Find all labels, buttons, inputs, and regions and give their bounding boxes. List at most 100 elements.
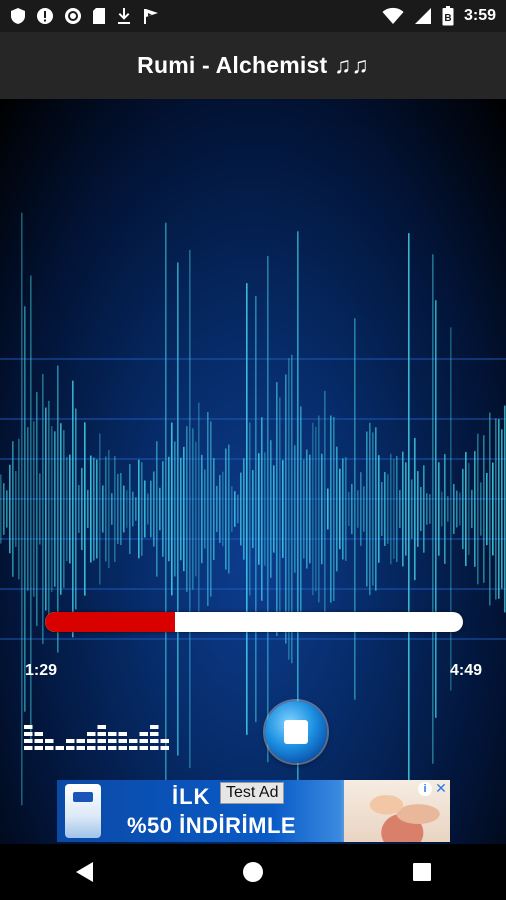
wave-bar: [336, 446, 338, 572]
wave-bar: [135, 497, 137, 521]
wave-bar: [111, 493, 113, 525]
seek-bar[interactable]: [45, 612, 463, 632]
record-icon: [65, 8, 81, 24]
equalizer-segment: [87, 732, 96, 736]
download-icon: [118, 8, 130, 24]
wave-bar: [300, 406, 302, 612]
wave-bar: [249, 422, 251, 596]
wave-bar: [216, 485, 218, 533]
wave-bar: [312, 422, 314, 596]
wave-bar: [72, 380, 74, 638]
ad-banner[interactable]: İLK %50 İNDİRİMLE Test Ad i ✕: [57, 780, 450, 842]
recents-button[interactable]: [402, 852, 442, 892]
ad-product-image: [65, 784, 101, 838]
wave-bar: [99, 433, 101, 585]
wave-bar: [171, 422, 173, 596]
wave-bar: [456, 490, 458, 528]
wave-bar: [399, 490, 401, 528]
wave-bar: [417, 471, 419, 547]
wave-bar: [294, 445, 296, 573]
wave-bar: [489, 412, 491, 606]
wave-bar: [36, 392, 38, 626]
wave-bar: [192, 428, 194, 590]
recents-icon: [412, 863, 431, 881]
stop-icon: [284, 720, 308, 744]
wave-bar: [501, 429, 503, 589]
info-icon[interactable]: i: [418, 782, 432, 796]
wave-bar: [69, 454, 71, 564]
wave-bar: [150, 480, 152, 538]
equalizer-segment: [76, 746, 85, 750]
equalizer-segment: [66, 746, 75, 750]
close-icon[interactable]: ✕: [434, 781, 448, 795]
equalizer-segment: [24, 732, 33, 736]
wave-bar: [255, 295, 257, 723]
equalizer-segment: [66, 739, 75, 743]
wave-bar: [441, 491, 443, 527]
wave-bar: [231, 486, 233, 532]
wave-bar: [468, 463, 470, 555]
wave-bar: [219, 475, 221, 543]
wave-bar: [21, 212, 23, 806]
wave-bar: [285, 374, 287, 644]
wave-bar: [414, 437, 416, 581]
equalizer-segment: [160, 746, 169, 750]
equalizer-icon[interactable]: [24, 716, 172, 750]
equalizer-segment: [24, 739, 33, 743]
wave-bar: [225, 448, 227, 570]
wave-bar: [276, 382, 278, 636]
wave-bar: [159, 487, 161, 531]
wave-bar: [387, 474, 389, 544]
equalizer-segment: [34, 746, 43, 750]
app-bar: Rumi - Alchemist ♫♫: [0, 32, 506, 99]
wave-bar: [270, 440, 272, 578]
wave-bar: [384, 472, 386, 546]
wave-bar: [243, 458, 245, 560]
equalizer-segment: [24, 746, 33, 750]
wave-bar: [138, 459, 140, 559]
home-button[interactable]: [233, 852, 273, 892]
wave-bar: [492, 462, 494, 556]
wave-bar: [339, 468, 341, 550]
flag-icon: [144, 9, 158, 24]
wave-bar: [372, 432, 374, 586]
wave-bar: [240, 472, 242, 546]
wave-bar: [459, 492, 461, 526]
wave-bar: [93, 457, 95, 561]
wave-bar: [228, 444, 230, 574]
wave-bar: [465, 451, 467, 567]
wave-bar: [498, 419, 500, 599]
wave-bar: [81, 467, 83, 551]
navigation-bar: [0, 844, 506, 900]
wave-bar: [162, 461, 164, 557]
wave-bar: [141, 462, 143, 556]
wave-bar: [381, 482, 383, 536]
wave-bar: [102, 485, 104, 533]
back-button[interactable]: [64, 852, 104, 892]
equalizer-segment: [97, 739, 106, 743]
wave-bar: [495, 418, 497, 600]
wave-bar: [393, 459, 395, 559]
battery-icon: B: [442, 6, 454, 26]
stop-button[interactable]: [265, 701, 327, 763]
elapsed-time: 1:29: [25, 662, 58, 679]
equalizer-segment: [108, 746, 117, 750]
wave-bar: [450, 327, 452, 691]
wave-bar: [354, 318, 356, 700]
wave-bar: [48, 400, 50, 618]
wave-bar: [375, 427, 377, 591]
wave-bar: [315, 426, 317, 592]
wave-bar: [402, 451, 404, 567]
wave-bar: [486, 472, 488, 546]
equalizer-segment: [24, 725, 33, 729]
wave-bar: [186, 426, 188, 592]
shield-icon: [11, 8, 25, 24]
wave-bar: [420, 486, 422, 532]
wave-bar: [78, 485, 80, 533]
wave-bar: [120, 472, 122, 546]
equalizer-segment: [139, 739, 148, 743]
wave-bar: [12, 441, 14, 577]
wave-bar: [438, 462, 440, 556]
wave-bar: [105, 456, 107, 562]
wave-bar: [177, 262, 179, 756]
